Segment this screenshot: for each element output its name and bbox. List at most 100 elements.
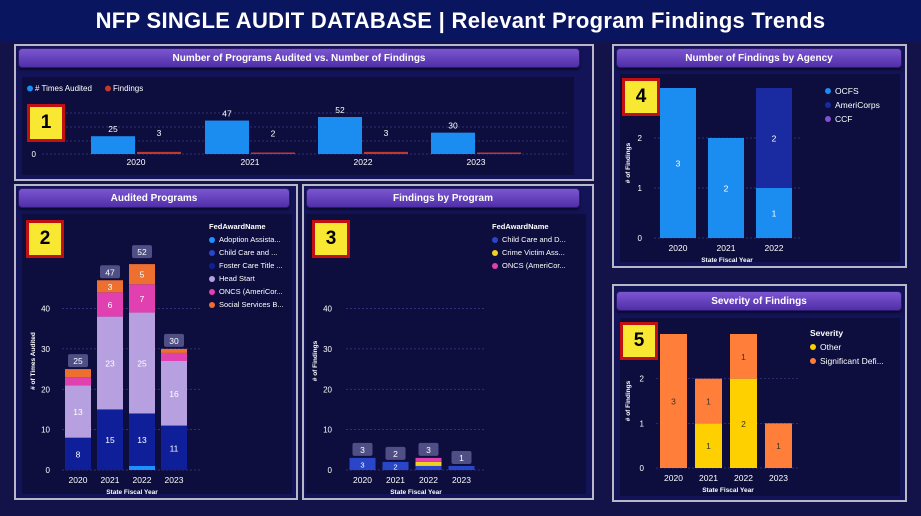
y-tick-label: 2	[638, 134, 643, 143]
badge-2: 2	[26, 220, 64, 258]
bar-findings-2021[interactable]	[251, 152, 295, 155]
data-label: 47	[222, 109, 232, 119]
total-label: 1	[459, 453, 464, 463]
bar-crime-victim-ass-2022[interactable]	[415, 461, 442, 466]
x-tick-label: 2021	[699, 473, 718, 483]
legend-title: Severity	[810, 328, 844, 338]
bar-times-audited-2022[interactable]	[318, 117, 362, 154]
legend-findings-by-program: FedAwardName Child Care and D... Crime Vic…	[492, 222, 566, 274]
legend-item-americorps[interactable]: AmeriCorps	[825, 100, 880, 110]
legend-swatch-findings	[105, 85, 111, 92]
x-tick-label: 2022	[133, 475, 152, 485]
data-label: 3	[360, 460, 364, 469]
legend-item-oncs-americor[interactable]: ONCS (AmeriCor...	[492, 261, 566, 270]
legend-swatch	[209, 275, 215, 282]
legend-item-crime-victim-ass[interactable]: Crime Victim Ass...	[492, 248, 566, 257]
legend-item-ccf[interactable]: CCF	[825, 114, 880, 124]
x-tick-label: 2022	[354, 157, 373, 167]
y-tick-label: 1	[638, 184, 643, 193]
legend-item-foster-care-title[interactable]: Foster Care Title ...	[209, 261, 284, 270]
data-label: 8	[76, 449, 81, 459]
data-label: 13	[137, 435, 147, 445]
bar-findings-2020[interactable]	[137, 151, 181, 154]
badge-5: 5	[620, 322, 658, 360]
bar-child-care-and-d-2022[interactable]	[415, 465, 442, 470]
badge-3: 3	[312, 220, 350, 258]
legend-swatch	[492, 236, 498, 243]
badge-1: 1	[27, 104, 65, 142]
data-label: 11	[170, 443, 179, 453]
x-tick-label: 2022	[734, 473, 753, 483]
data-label: 30	[448, 121, 458, 131]
legend-label-findings[interactable]: Findings	[113, 84, 143, 93]
legend-swatch	[492, 249, 498, 256]
y-tick-label: 20	[41, 385, 50, 394]
panel-title-audited-programs: Audited Programs	[18, 188, 290, 208]
legend-swatch	[209, 301, 215, 308]
bar-times-audited-2020[interactable]	[91, 136, 135, 154]
legend-item-child-care-and-d[interactable]: Child Care and D...	[492, 235, 566, 244]
legend-item-social-services-b[interactable]: Social Services B...	[209, 300, 284, 309]
legend-label-times-audited[interactable]: # Times Audited	[35, 84, 92, 93]
data-label: 2	[741, 419, 746, 429]
legend-item-adoption-assista[interactable]: Adoption Assista...	[209, 235, 284, 244]
x-tick-label: 2020	[127, 157, 146, 167]
panel-title-severity: Severity of Findings	[616, 291, 902, 311]
x-axis-label: State Fiscal Year	[701, 257, 753, 262]
data-label: 3	[157, 128, 162, 138]
bar-oncs-americor-2020[interactable]	[65, 377, 91, 386]
total-label: 47	[105, 267, 115, 277]
bar-times-audited-2023[interactable]	[431, 132, 475, 154]
chart-programs-vs-findings: 0 # Times Audited Findings 25 3 2020 47 2 2021 52…	[27, 84, 567, 167]
legend-item-head-start[interactable]: Head Start	[209, 274, 284, 283]
panel-title-programs-vs-findings: Number of Programs Audited vs. Number of…	[18, 48, 580, 68]
legend-item-oncs-americor[interactable]: ONCS (AmeriCor...	[209, 287, 284, 296]
y-tick-label: 0	[32, 150, 37, 159]
x-tick-label: 2022	[765, 243, 784, 253]
data-label: 2	[772, 134, 777, 144]
x-tick-label: 2023	[452, 475, 471, 485]
bar-oncs-americor-2022[interactable]	[415, 457, 442, 462]
plot-area-programs-vs-findings: 0 # Times Audited Findings 25 3 2020 47 2 2021 52…	[22, 77, 574, 175]
data-label: 2	[271, 129, 276, 139]
bar-social-services-b-2020[interactable]	[65, 369, 91, 378]
legend-label: Head Start	[219, 274, 255, 283]
y-tick-label: 40	[41, 305, 50, 314]
legend-item-other[interactable]: Other	[810, 342, 884, 352]
data-label: 16	[169, 389, 179, 399]
legend-item-significant-defi[interactable]: Significant Defi...	[810, 356, 884, 366]
total-label: 3	[360, 445, 365, 455]
data-label: 2	[393, 462, 397, 471]
legend-item-child-care-and[interactable]: Child Care and ...	[209, 248, 284, 257]
total-label: 52	[137, 247, 147, 257]
y-tick-label: 30	[323, 345, 332, 354]
plot-area-severity: 0 1 2 2020 3 2021 1 1 2022 2 1 2023 1 State Fiscal Ye…	[620, 318, 900, 496]
legend-swatch	[209, 236, 215, 243]
legend-label: Child Care and ...	[219, 248, 278, 257]
data-label: 2	[724, 184, 729, 194]
legend-item-ocfs[interactable]: OCFS	[825, 86, 880, 96]
legend-swatch	[810, 358, 816, 364]
bar-child-care-and-d-2023[interactable]	[448, 465, 475, 470]
legend-label: CCF	[835, 114, 853, 124]
bar-times-audited-2021[interactable]	[205, 120, 249, 154]
x-tick-label: 2020	[669, 243, 688, 253]
legend-swatch	[209, 249, 215, 256]
y-tick-label: 10	[323, 426, 332, 435]
bar-oncs-americor-2023[interactable]	[161, 352, 187, 361]
data-label: 1	[772, 209, 777, 219]
x-tick-label: 2021	[386, 475, 405, 485]
bar-social-services-b-2023[interactable]	[161, 348, 187, 353]
bar-findings-2023[interactable]	[477, 152, 521, 155]
data-label: 5	[140, 270, 145, 280]
data-label: 3	[671, 397, 676, 407]
plot-area-findings-by-agency: 0 1 2 2020 3 2021 2 2022 1 2 State Fiscal Year # of…	[620, 74, 900, 262]
legend-swatch	[810, 344, 816, 350]
bar-findings-2022[interactable]	[364, 151, 408, 154]
data-label: 15	[105, 435, 115, 445]
y-tick-label: 0	[46, 466, 51, 475]
data-label: 23	[105, 359, 115, 369]
legend-severity: Severity Other Significant Defi...	[810, 328, 884, 370]
bar-adoption-assista-2022[interactable]	[129, 465, 155, 470]
legend-title: FedAwardName	[492, 222, 549, 231]
